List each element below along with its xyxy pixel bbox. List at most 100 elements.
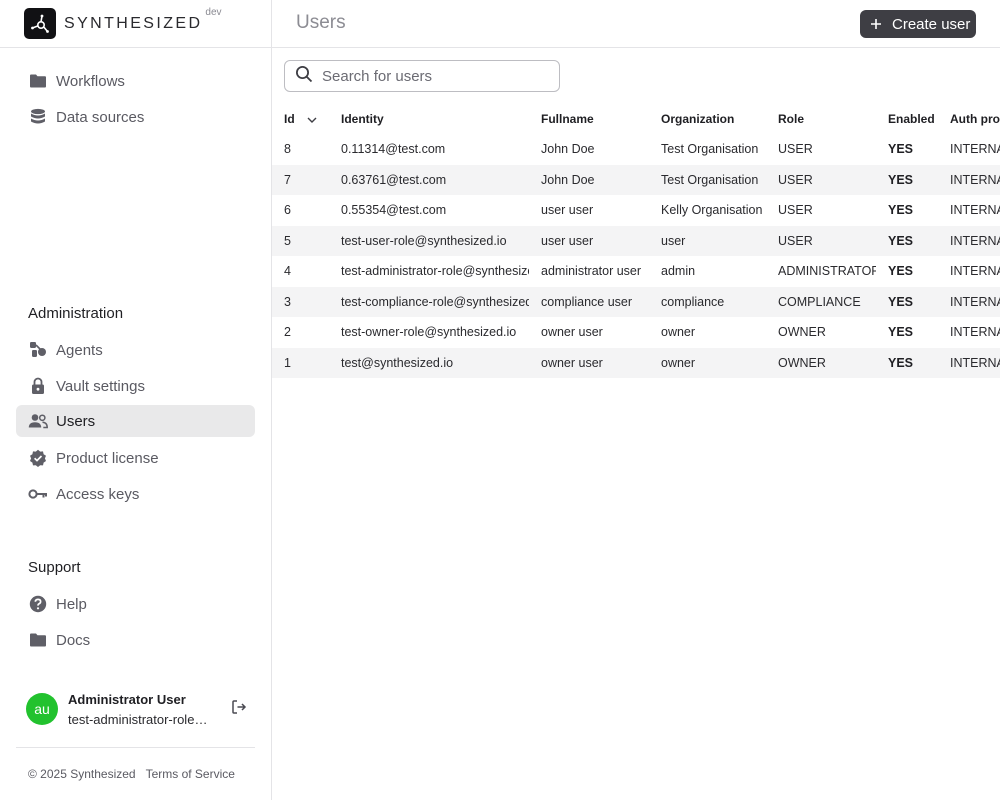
role-cell: OWNER	[778, 325, 826, 340]
table-row[interactable]: 5 test-user-role@synthesized.io user user u…	[272, 225, 1000, 256]
table-row[interactable]: 2 test-owner-role@synthesized.io owner use…	[272, 317, 1000, 348]
plus-icon	[870, 18, 882, 30]
role-cell: USER	[778, 233, 813, 248]
table-header-row: Id Identity Fullname Organization Role E…	[272, 104, 1000, 134]
user-name: Administrator User	[68, 692, 186, 707]
logout-icon	[231, 699, 247, 720]
sidebar-item-access-keys[interactable]: Access keys	[16, 478, 255, 510]
id-cell: 5	[284, 233, 291, 248]
table-row[interactable]: 7 0.63761@test.com John Doe Test Organisati…	[272, 164, 1000, 195]
organization-cell: Kelly Organisation	[661, 203, 763, 218]
column-header-organization[interactable]: Organization	[649, 104, 766, 134]
environment-tag: dev	[205, 7, 222, 18]
identity-cell: test-compliance-role@synthesized.io	[341, 294, 529, 309]
role-cell: COMPLIANCE	[778, 294, 861, 309]
sidebar-item-users[interactable]: Users	[16, 405, 255, 437]
search-box	[284, 60, 560, 92]
id-cell: 6	[284, 203, 291, 218]
identity-cell: 0.11314@test.com	[341, 142, 446, 157]
table-row[interactable]: 3 test-compliance-role@synthesized.io comp…	[272, 286, 1000, 317]
divider	[0, 47, 271, 48]
enabled-cell: YES	[888, 264, 914, 279]
user-card: au Administrator User test-administrator…	[16, 688, 255, 732]
sidebar-item-vault-settings[interactable]: Vault settings	[16, 370, 255, 402]
enabled-cell: YES	[888, 233, 914, 248]
sidebar-item-label: Docs	[56, 631, 91, 649]
folder-icon	[28, 71, 48, 91]
logout-button[interactable]	[230, 699, 248, 720]
sidebar-item-workflows[interactable]: Workflows	[16, 65, 255, 97]
page-title: Users	[296, 12, 346, 33]
auth-provider-cell: INTERNAL	[950, 142, 1000, 157]
sidebar-item-product-license[interactable]: Product license	[16, 442, 255, 474]
column-header-identity[interactable]: Identity	[329, 104, 529, 134]
column-header-enabled[interactable]: Enabled	[876, 104, 938, 134]
auth-provider-cell: INTERNAL	[950, 233, 1000, 248]
column-header-id[interactable]: Id	[272, 104, 329, 134]
role-cell: USER	[778, 172, 813, 187]
column-header-fullname[interactable]: Fullname	[529, 104, 649, 134]
avatar[interactable]: au	[26, 693, 58, 725]
search-icon	[295, 65, 313, 88]
fullname-cell: John Doe	[541, 172, 595, 187]
brand-logo[interactable]: SYNTHESIZED dev	[24, 7, 222, 39]
search-input[interactable]	[322, 67, 542, 85]
column-header-auth-provider[interactable]: Auth provider	[938, 104, 1000, 134]
footer: © 2025 Synthesized Terms of Service	[28, 767, 235, 781]
organization-cell: owner	[661, 325, 696, 340]
section-title-administration: Administration	[28, 305, 124, 322]
brand-name: SYNTHESIZED	[64, 14, 203, 32]
id-cell: 4	[284, 264, 291, 279]
sidebar-item-label: Access keys	[56, 485, 140, 503]
sidebar-item-agents[interactable]: Agents	[16, 334, 255, 366]
database-icon	[28, 107, 48, 127]
verified-badge-icon	[28, 448, 48, 468]
table-row[interactable]: 4 test-administrator-role@synthesized.io a…	[272, 256, 1000, 287]
auth-provider-cell: INTERNAL	[950, 325, 1000, 340]
identity-cell: test-owner-role@synthesized.io	[341, 325, 517, 340]
sidebar-item-docs[interactable]: Docs	[16, 624, 255, 656]
divider	[16, 747, 255, 748]
enabled-cell: YES	[888, 355, 914, 370]
sidebar: SYNTHESIZED dev Workflows Data sources A…	[0, 0, 272, 800]
column-header-role[interactable]: Role	[766, 104, 876, 134]
sidebar-item-help[interactable]: Help	[16, 588, 255, 620]
sidebar-item-label: Vault settings	[56, 377, 145, 395]
enabled-cell: YES	[888, 142, 914, 157]
role-cell: USER	[778, 142, 813, 157]
id-cell: 8	[284, 142, 291, 157]
user-email: test-administrator-role@synthesized.io	[68, 712, 208, 727]
auth-provider-cell: INTERNAL	[950, 294, 1000, 309]
help-icon	[28, 594, 48, 614]
sidebar-item-label: Data sources	[56, 108, 145, 126]
organization-cell: Test Organisation	[661, 142, 759, 157]
sidebar-item-label: Users	[56, 412, 96, 430]
organization-cell: user	[661, 233, 686, 248]
create-user-button[interactable]: Create user	[860, 10, 976, 38]
create-user-label: Create user	[892, 15, 971, 33]
sidebar-item-label: Workflows	[56, 72, 125, 90]
enabled-cell: YES	[888, 294, 914, 309]
id-cell: 7	[284, 172, 291, 187]
chevron-down-icon[interactable]	[307, 112, 317, 126]
sidebar-item-label: Help	[56, 595, 87, 613]
table-row[interactable]: 1 test@synthesized.io owner user owner OWNER…	[272, 347, 1000, 378]
organization-cell: owner	[661, 355, 696, 370]
section-title-support: Support	[28, 559, 81, 576]
sidebar-item-data-sources[interactable]: Data sources	[16, 101, 255, 133]
fullname-cell: administrator user	[541, 264, 642, 279]
table-row[interactable]: 6 0.55354@test.com user user Kelly Organisa…	[272, 195, 1000, 226]
id-cell: 3	[284, 294, 291, 309]
role-cell: USER	[778, 203, 813, 218]
synthesized-logo-icon	[24, 8, 56, 39]
table-row[interactable]: 8 0.11314@test.com John Doe Test Organisati…	[272, 134, 1000, 165]
folder-icon	[28, 630, 48, 650]
page-header: Users Create user	[272, 0, 1000, 48]
sidebar-item-label: Product license	[56, 449, 159, 467]
role-cell: OWNER	[778, 355, 826, 370]
users-table: Id Identity Fullname Organization Role E…	[272, 104, 1000, 384]
lock-icon	[28, 376, 48, 396]
organization-cell: compliance	[661, 294, 725, 309]
copyright-text: © 2025 Synthesized	[28, 767, 136, 781]
terms-of-service-link[interactable]: Terms of Service	[146, 767, 235, 781]
